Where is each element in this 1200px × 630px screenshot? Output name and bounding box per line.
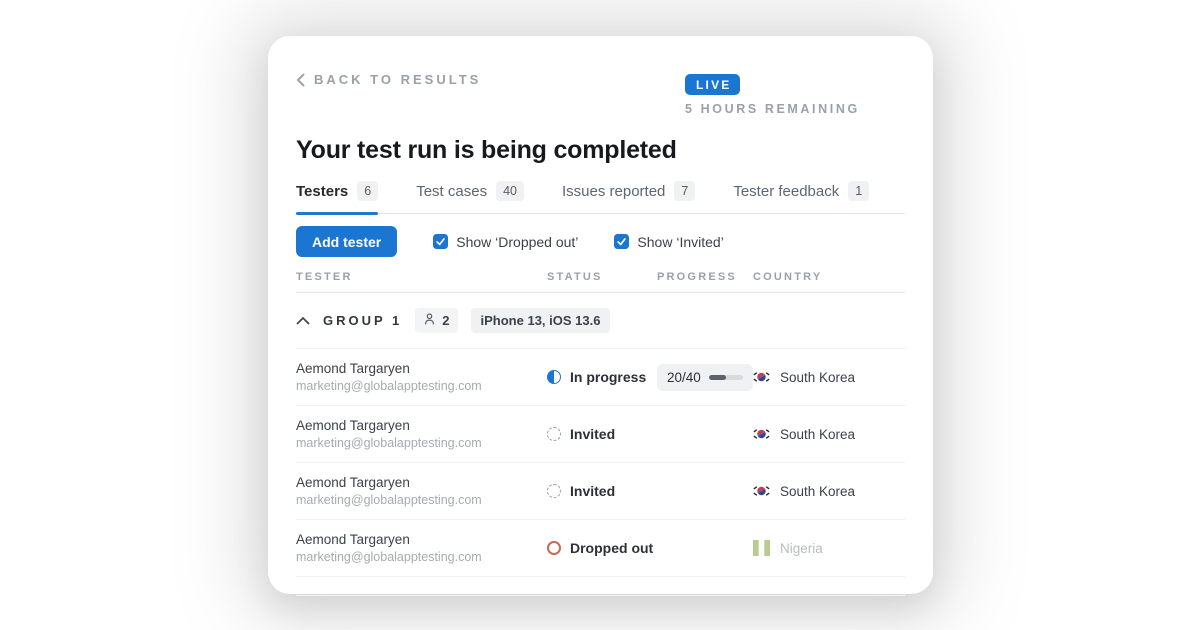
table-row: Aemond Targaryen marketing@globalapptest… bbox=[296, 520, 905, 577]
tester-email: marketing@globalapptesting.com bbox=[296, 550, 547, 564]
page-background: BACK TO RESULTS LIVE 5 HOURS REMAINING Y… bbox=[0, 0, 1200, 630]
status-cell: In progress bbox=[547, 369, 657, 385]
group-device-chip: iPhone 13, iOS 13.6 bbox=[471, 308, 611, 333]
live-status: LIVE 5 HOURS REMAINING bbox=[685, 74, 860, 116]
country-cell: South Korea bbox=[753, 483, 905, 499]
country-flag-icon bbox=[753, 426, 770, 442]
status-invited-icon bbox=[547, 427, 561, 441]
live-badge: LIVE bbox=[685, 74, 740, 95]
tab-issues-reported-count: 7 bbox=[674, 181, 695, 201]
progress-bar-fill bbox=[709, 375, 726, 380]
checkmark-icon bbox=[435, 236, 446, 247]
tester-name: Aemond Targaryen bbox=[296, 418, 547, 433]
toolbar: Add tester Show ‘Dropped out’ Show ‘Invi… bbox=[296, 226, 905, 257]
status-label: Dropped out bbox=[570, 540, 653, 556]
progress-bar bbox=[709, 375, 743, 380]
tab-test-cases-label: Test cases bbox=[416, 183, 487, 200]
tester-email: marketing@globalapptesting.com bbox=[296, 379, 547, 393]
chevron-left-icon bbox=[296, 73, 305, 87]
progress-value: 20/40 bbox=[667, 370, 701, 385]
column-header-country: COUNTRY bbox=[753, 271, 905, 283]
country-flag-icon bbox=[753, 483, 770, 499]
tab-issues-reported[interactable]: Issues reported 7 bbox=[562, 181, 695, 213]
tab-issues-reported-label: Issues reported bbox=[562, 183, 665, 200]
progress-cell: 20/40 bbox=[657, 364, 753, 391]
table-row-partial bbox=[296, 577, 905, 596]
tab-tester-feedback[interactable]: Tester feedback 1 bbox=[733, 181, 869, 213]
tester-cell: Aemond Targaryen marketing@globalapptest… bbox=[296, 532, 547, 564]
country-cell: South Korea bbox=[753, 369, 905, 385]
filter-invited-label: Show ‘Invited’ bbox=[637, 234, 723, 250]
country-label: South Korea bbox=[780, 484, 855, 499]
status-label: Invited bbox=[570, 483, 615, 499]
chevron-up-icon[interactable] bbox=[296, 312, 310, 330]
tester-cell: Aemond Targaryen marketing@globalapptest… bbox=[296, 475, 547, 507]
tab-tester-feedback-label: Tester feedback bbox=[733, 183, 839, 200]
status-cell: Dropped out bbox=[547, 540, 657, 556]
tab-testers-label: Testers bbox=[296, 183, 348, 200]
status-in-progress-icon bbox=[547, 370, 561, 384]
country-cell: South Korea bbox=[753, 426, 905, 442]
country-label: South Korea bbox=[780, 427, 855, 442]
checkbox-dropped-out[interactable] bbox=[433, 234, 448, 249]
status-label: Invited bbox=[570, 426, 615, 442]
country-cell: Nigeria bbox=[753, 540, 905, 556]
table-row: Aemond Targaryen marketing@globalapptest… bbox=[296, 349, 905, 406]
status-label: In progress bbox=[570, 369, 646, 385]
group-testers-count-chip: 2 bbox=[415, 308, 457, 333]
group-label: GROUP 1 bbox=[323, 313, 402, 328]
column-header-progress: PROGRESS bbox=[657, 271, 753, 283]
tester-cell: Aemond Targaryen marketing@globalapptest… bbox=[296, 418, 547, 450]
tab-testers-count: 6 bbox=[357, 181, 378, 201]
country-flag-icon bbox=[753, 369, 770, 385]
table-header-row: TESTER STATUS PROGRESS COUNTRY bbox=[296, 271, 905, 293]
group-testers-count: 2 bbox=[442, 313, 449, 328]
filter-show-invited[interactable]: Show ‘Invited’ bbox=[614, 234, 723, 250]
checkbox-invited[interactable] bbox=[614, 234, 629, 249]
back-to-results-label: BACK TO RESULTS bbox=[314, 72, 481, 87]
page-title: Your test run is being completed bbox=[296, 136, 905, 165]
country-label: South Korea bbox=[780, 370, 855, 385]
table-row: Aemond Targaryen marketing@globalapptest… bbox=[296, 406, 905, 463]
status-cell: Invited bbox=[547, 483, 657, 499]
column-header-tester: TESTER bbox=[296, 271, 547, 283]
filter-show-dropped-out[interactable]: Show ‘Dropped out’ bbox=[433, 234, 578, 250]
table-row: Aemond Targaryen marketing@globalapptest… bbox=[296, 463, 905, 520]
tab-tester-feedback-count: 1 bbox=[848, 181, 869, 201]
progress-chip: 20/40 bbox=[657, 364, 753, 391]
country-label: Nigeria bbox=[780, 541, 823, 556]
column-header-status: STATUS bbox=[547, 271, 657, 283]
status-invited-icon bbox=[547, 484, 561, 498]
add-tester-button[interactable]: Add tester bbox=[296, 226, 397, 257]
tester-name: Aemond Targaryen bbox=[296, 361, 547, 376]
tester-cell: Aemond Targaryen marketing@globalapptest… bbox=[296, 361, 547, 393]
tester-email: marketing@globalapptesting.com bbox=[296, 436, 547, 450]
checkmark-icon bbox=[616, 236, 627, 247]
group-header-row[interactable]: GROUP 1 2 iPhone 13, iOS 13.6 bbox=[296, 293, 905, 349]
status-cell: Invited bbox=[547, 426, 657, 442]
filter-dropped-out-label: Show ‘Dropped out’ bbox=[456, 234, 578, 250]
tester-name: Aemond Targaryen bbox=[296, 532, 547, 547]
test-run-card: BACK TO RESULTS LIVE 5 HOURS REMAINING Y… bbox=[268, 36, 933, 594]
country-flag-icon bbox=[753, 540, 770, 556]
status-dropped-out-icon bbox=[547, 541, 561, 555]
tab-test-cases[interactable]: Test cases 40 bbox=[416, 181, 524, 213]
tab-testers[interactable]: Testers 6 bbox=[296, 181, 378, 213]
tab-test-cases-count: 40 bbox=[496, 181, 524, 201]
back-to-results-link[interactable]: BACK TO RESULTS bbox=[296, 72, 481, 87]
person-icon bbox=[423, 312, 436, 329]
tester-email: marketing@globalapptesting.com bbox=[296, 493, 547, 507]
tab-bar: Testers 6 Test cases 40 Issues reported … bbox=[296, 181, 905, 214]
time-remaining-label: 5 HOURS REMAINING bbox=[685, 102, 860, 116]
card-header: BACK TO RESULTS LIVE 5 HOURS REMAINING bbox=[296, 72, 905, 134]
tester-name: Aemond Targaryen bbox=[296, 475, 547, 490]
